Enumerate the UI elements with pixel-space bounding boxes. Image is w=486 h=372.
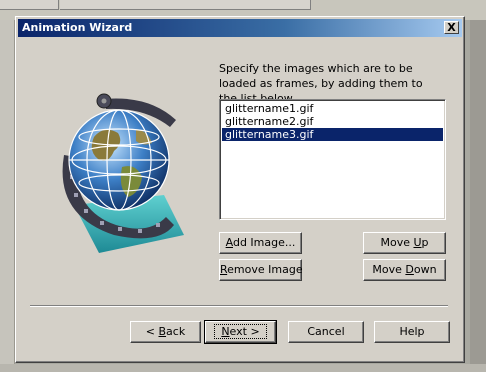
move-down-button[interactable]: Move Down — [363, 259, 446, 281]
cancel-button[interactable]: Cancel — [288, 321, 364, 343]
focus-rect: Next > — [214, 324, 267, 339]
list-item[interactable]: glittername1.gif — [222, 102, 443, 115]
next-button[interactable]: Next > — [204, 320, 277, 344]
list-item[interactable]: glittername2.gif — [222, 115, 443, 128]
remove-image-button[interactable]: Remove Image — [219, 259, 303, 281]
close-icon: X — [447, 21, 456, 34]
separator-line — [30, 305, 448, 307]
background-app-left-panel — [0, 20, 15, 372]
back-button[interactable]: < Back — [130, 321, 201, 343]
background-app-right-panel — [470, 20, 486, 372]
image-list[interactable]: glittername1.gif glittername2.gif glitte… — [219, 99, 446, 220]
animation-wizard-dialog: Animation Wizard X Specify the images wh… — [15, 16, 465, 363]
background-app-bottom — [0, 364, 486, 372]
list-item-selected[interactable]: glittername3.gif — [222, 128, 443, 141]
dialog-title: Animation Wizard — [22, 21, 133, 34]
move-up-button[interactable]: Move Up — [363, 232, 446, 254]
help-button[interactable]: Help — [374, 321, 450, 343]
globe-film-reel-icon — [62, 93, 184, 253]
add-image-button[interactable]: Add Image... — [219, 232, 302, 254]
close-button[interactable]: X — [444, 21, 459, 34]
title-bar[interactable]: Animation Wizard X — [18, 19, 462, 37]
